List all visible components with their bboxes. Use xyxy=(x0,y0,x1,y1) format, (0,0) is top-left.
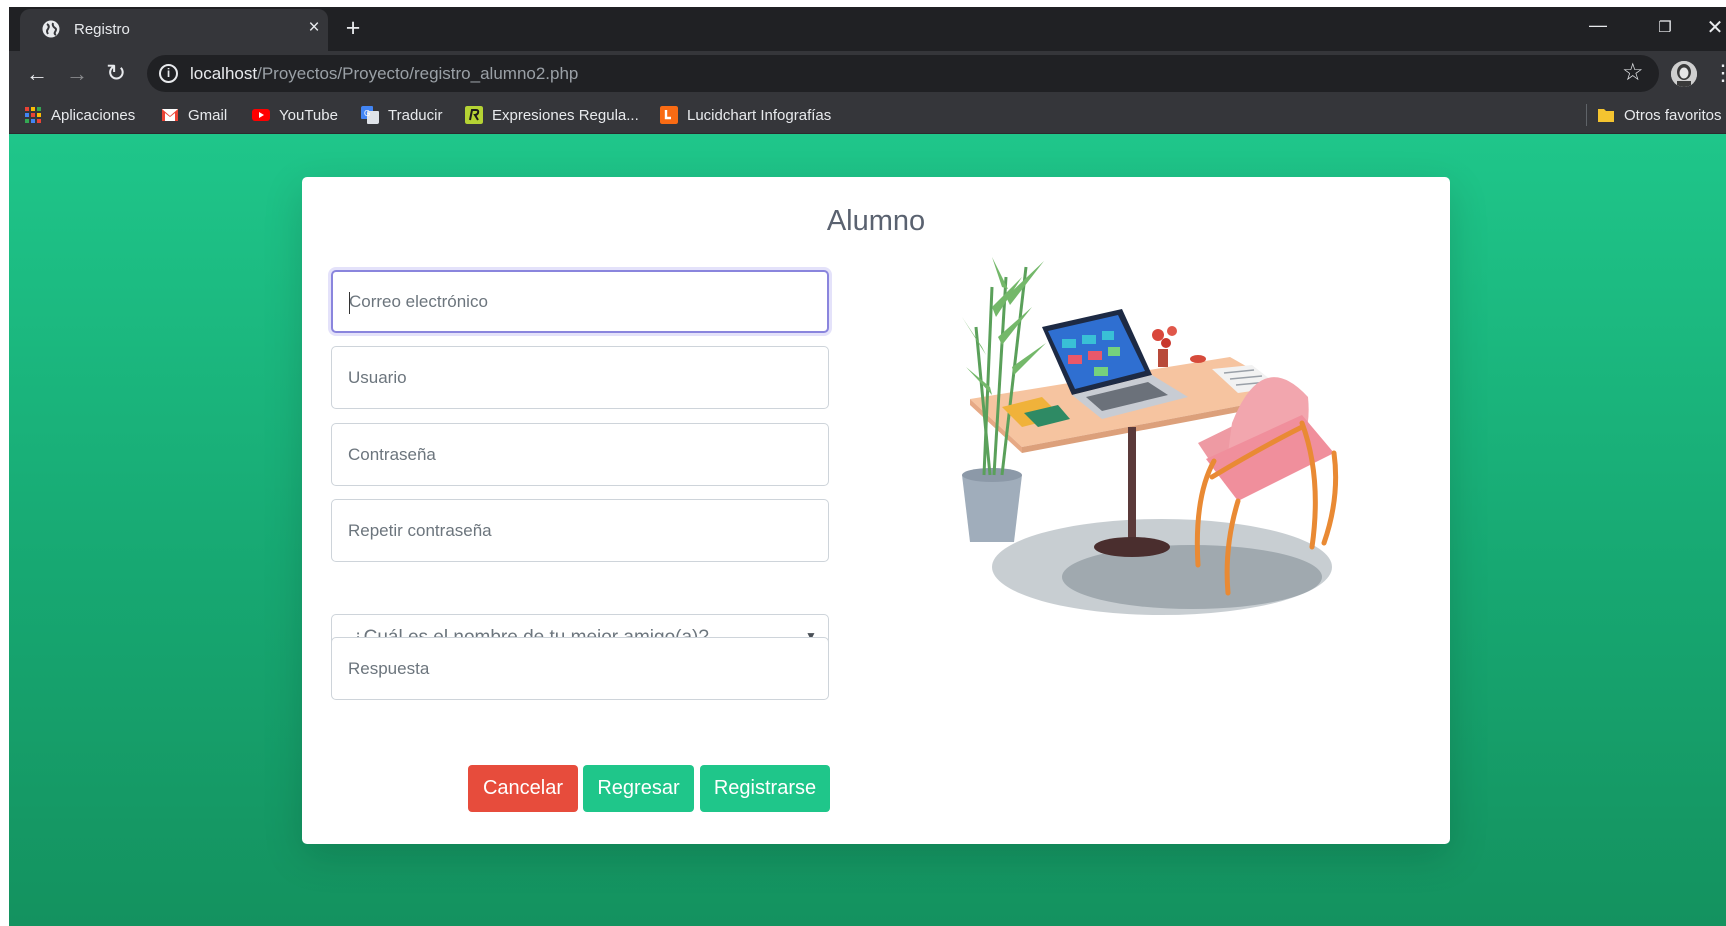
back-arrow-icon[interactable]: ← xyxy=(22,59,52,89)
minimize-button[interactable]: — xyxy=(1585,15,1611,41)
bookmark-gmail[interactable]: Gmail xyxy=(161,105,227,125)
url-host: localhost xyxy=(190,64,258,83)
bookmark-label: Expresiones Regula... xyxy=(492,106,639,124)
cancel-button[interactable]: Cancelar xyxy=(468,765,578,812)
apps-grid-icon xyxy=(25,107,41,123)
bookmarks-bar: Aplicaciones Gmail YouTube G Traducir Ex… xyxy=(9,96,1726,134)
star-icon[interactable]: ☆ xyxy=(1622,59,1644,87)
bookmark-label: Gmail xyxy=(188,106,228,124)
bookmark-traducir[interactable]: G Traducir xyxy=(361,105,442,125)
bookmark-expresiones[interactable]: Expresiones Regula... xyxy=(465,105,639,125)
password-field[interactable] xyxy=(331,423,829,486)
back-button[interactable]: Regresar xyxy=(583,765,694,812)
bookmark-otros-favoritos[interactable]: Otros favoritos xyxy=(1597,105,1722,125)
bookmarks-separator xyxy=(1586,104,1587,126)
desk-illustration xyxy=(962,257,1339,615)
repeat-password-field[interactable] xyxy=(331,499,829,562)
page-background: Alumno ¿Cuál es el nombre de tu mejor am… xyxy=(9,134,1726,926)
plus-icon[interactable]: + xyxy=(341,16,365,41)
youtube-icon xyxy=(252,109,270,121)
user-input[interactable] xyxy=(332,347,828,408)
avatar-graphic xyxy=(1671,61,1697,87)
user-field[interactable] xyxy=(331,346,829,409)
bookmark-lucidchart[interactable]: Lucidchart Infografías xyxy=(660,105,831,125)
bookmark-label: Lucidchart Infografías xyxy=(687,106,832,124)
bookmark-label: Traducir xyxy=(388,106,443,124)
url-path: /Proyectos/Proyecto/registro_alumno2.php xyxy=(257,64,579,83)
gmail-icon xyxy=(162,109,178,121)
page-title: Alumno xyxy=(826,205,926,237)
answer-input[interactable] xyxy=(332,638,828,699)
browser-window: Registro × + — ❐ ✕ ← → ↻ i localhost/Pro… xyxy=(9,7,1726,926)
tab-title: Registro xyxy=(74,21,130,38)
registration-card: Alumno ¿Cuál es el nombre de tu mejor am… xyxy=(302,177,1450,844)
bookmark-label: Aplicaciones xyxy=(51,106,136,124)
email-field[interactable] xyxy=(331,270,829,333)
browser-toolbar: ← → ↻ i localhost/Proyectos/Proyecto/reg… xyxy=(9,51,1726,96)
bookmark-label: Otros favoritos xyxy=(1624,106,1722,124)
register-button[interactable]: Registrarse xyxy=(700,765,830,812)
regex-icon xyxy=(465,106,483,124)
info-icon[interactable]: i xyxy=(159,64,178,83)
bookmark-label: YouTube xyxy=(279,106,338,124)
close-icon[interactable]: × xyxy=(304,18,324,38)
profile-avatar-icon[interactable] xyxy=(1671,61,1697,87)
tab-strip: Registro × + — ❐ ✕ xyxy=(9,7,1726,51)
forward-arrow-icon[interactable]: → xyxy=(62,59,92,89)
kebab-menu-icon[interactable]: ⋮ xyxy=(1712,59,1726,87)
repeat-password-input[interactable] xyxy=(332,500,828,561)
globe-icon xyxy=(42,20,60,38)
lucidchart-icon xyxy=(660,106,678,124)
url-text[interactable]: localhost/Proyectos/Proyecto/registro_al… xyxy=(190,64,578,84)
google-translate-icon: G xyxy=(361,106,379,124)
text-caret xyxy=(349,292,350,314)
close-window-button[interactable]: ✕ xyxy=(1702,15,1726,41)
folder-icon xyxy=(1598,109,1614,122)
tab-registro[interactable]: Registro × xyxy=(20,9,328,51)
svg-text:G: G xyxy=(364,109,370,118)
email-input[interactable] xyxy=(333,272,827,331)
address-bar[interactable]: i localhost/Proyectos/Proyecto/registro_… xyxy=(147,55,1659,92)
answer-field[interactable] xyxy=(331,637,829,700)
password-input[interactable] xyxy=(332,424,828,485)
bookmark-aplicaciones[interactable]: Aplicaciones xyxy=(24,105,135,125)
reload-icon[interactable]: ↻ xyxy=(101,59,131,89)
restore-button[interactable]: ❐ xyxy=(1652,15,1678,41)
bookmark-youtube[interactable]: YouTube xyxy=(252,105,338,125)
